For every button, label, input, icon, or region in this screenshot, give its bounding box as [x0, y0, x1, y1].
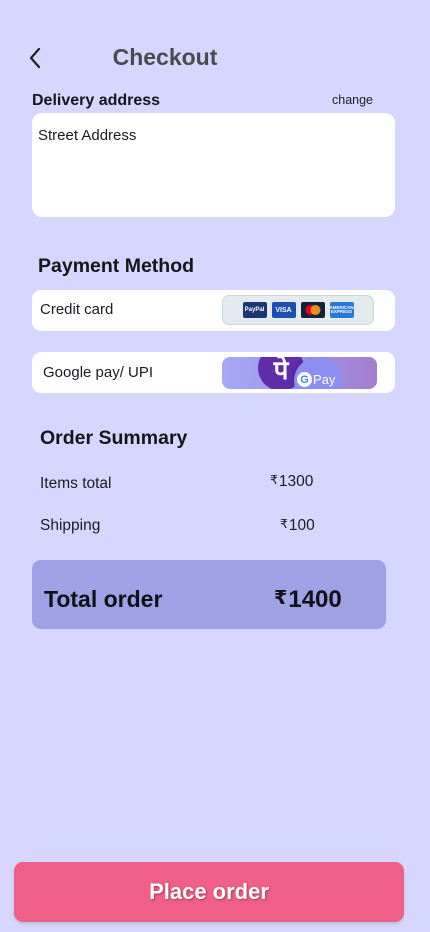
amex-logo-icon: AMERICAN EXPRESS [329, 302, 354, 318]
page-title: Checkout [112, 44, 218, 70]
payment-option-label: Google pay/ UPI [43, 364, 154, 381]
rupee-symbol: ₹ [274, 588, 288, 610]
items-total-value: ₹1300 [270, 472, 314, 490]
street-address-input[interactable] [32, 113, 395, 217]
rupee-symbol: ₹ [280, 517, 288, 531]
google-g-icon: G [297, 372, 312, 387]
payment-option-credit-card[interactable]: Credit card PayPal VISA AMERICAN EXPRESS [32, 290, 395, 331]
paypal-logo-icon: PayPal [242, 302, 267, 318]
mastercard-logo-icon [300, 302, 325, 318]
place-order-button[interactable]: Place order [14, 862, 404, 922]
change-address-link[interactable]: change [332, 93, 373, 107]
payment-method-title: Payment Method [38, 255, 195, 277]
card-logos: PayPal VISA AMERICAN EXPRESS [222, 295, 374, 325]
order-summary-title: Order Summary [40, 427, 188, 449]
total-order-card: Total order ₹1400 [32, 560, 386, 629]
total-order-value: ₹1400 [274, 586, 342, 613]
items-total-label: Items total [40, 475, 112, 492]
upi-logos: पे G Pay [222, 357, 377, 389]
visa-logo-icon: VISA [271, 302, 296, 318]
gpay-text: Pay [313, 372, 336, 387]
payment-option-google-pay-upi[interactable]: Google pay/ UPI पे G Pay [32, 352, 395, 393]
payment-option-label: Credit card [40, 301, 114, 318]
shipping-value: ₹100 [280, 516, 315, 534]
total-order-label: Total order [44, 586, 163, 612]
delivery-address-label: Delivery address [32, 92, 161, 109]
shipping-label: Shipping [40, 517, 101, 534]
rupee-symbol: ₹ [270, 473, 278, 487]
